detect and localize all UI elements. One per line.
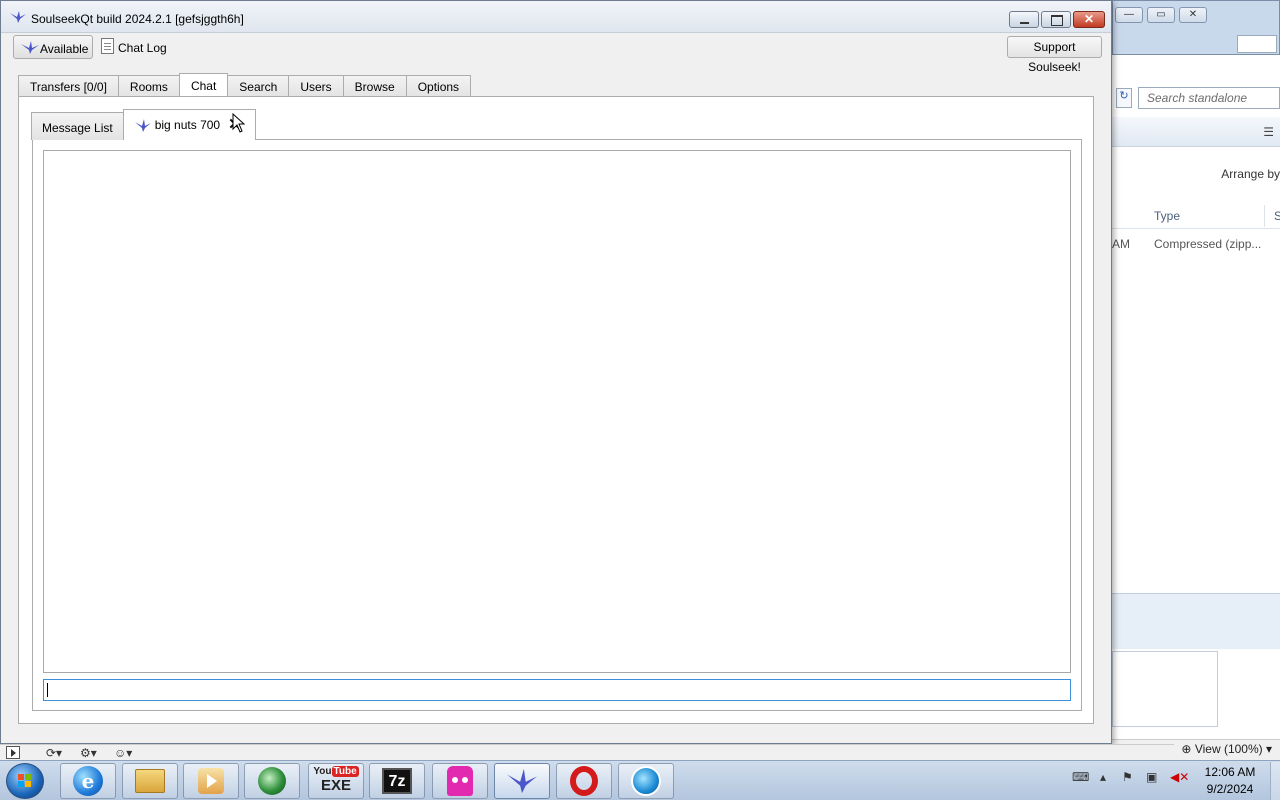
zoom-control[interactable]: ⊕ View (100%) ▾ — [1181, 742, 1272, 756]
close-icon: ✕ — [1083, 12, 1095, 26]
arrange-by-label[interactable]: Arrange by — [1221, 167, 1280, 181]
column-size-header[interactable]: S — [1274, 209, 1280, 223]
private-chat-username: big nuts 700 — [154, 118, 221, 132]
zoom-label: View (100%) — [1194, 742, 1263, 756]
flag-icon[interactable]: ⚑ — [1122, 770, 1133, 784]
keyboard-icon[interactable]: ⌨ — [1072, 770, 1089, 784]
opera-icon — [570, 766, 598, 796]
command-bar — [1112, 117, 1280, 147]
title-bar: SoulseekQt build 2024.2.1 [gefsjggth6h] … — [1, 1, 1111, 33]
clock-date[interactable]: 9/2/2024 — [1198, 782, 1262, 796]
7zip-icon: 7z — [382, 768, 412, 794]
taskbar-youtube-exe[interactable]: You Tube EXE — [308, 763, 364, 799]
yt-tube-text: Tube — [331, 766, 359, 777]
status-button[interactable]: Available — [13, 35, 93, 59]
chat-tab-bar: Message List big nuts 700 ✕ — [31, 109, 256, 140]
taskbar-pink-app[interactable] — [432, 763, 488, 799]
soulseek-bird-icon — [21, 41, 39, 54]
text-caret — [47, 683, 48, 697]
support-soulseek-button[interactable]: Support Soulseek! — [1007, 36, 1102, 74]
tab-options[interactable]: Options — [405, 75, 472, 97]
explorer-window: ↻ Search standalone ☰ Arrange by Type S … — [1112, 55, 1280, 761]
yt-you-text: You — [313, 766, 332, 777]
yt-exe-text: EXE — [320, 777, 351, 794]
show-hidden-icons[interactable]: ▴ — [1100, 770, 1106, 784]
refresh-icon[interactable]: ↻ — [1116, 88, 1132, 108]
share-icon[interactable]: ⚙▾ — [80, 746, 97, 760]
tab-browse[interactable]: Browse — [342, 75, 407, 97]
taskbar-internet-explorer[interactable]: e — [60, 763, 116, 799]
windows-start-icon — [18, 774, 31, 787]
close-button[interactable]: ✕ — [1073, 11, 1105, 28]
column-header-row — [1112, 203, 1280, 229]
start-button[interactable] — [6, 763, 44, 799]
file-row-date[interactable]: AM — [1112, 237, 1130, 251]
search-input[interactable]: Search standalone — [1138, 87, 1280, 109]
taskbar-media-player[interactable] — [183, 763, 239, 799]
tab-transfers[interactable]: Transfers [0/0] — [18, 75, 119, 97]
explorer-details-strip: ⟳▾ ⚙▾ ☺▾ — [0, 744, 1174, 760]
details-pane — [1112, 593, 1280, 649]
minimize-button[interactable] — [1009, 11, 1039, 28]
taskbar-7zip[interactable]: 7z — [369, 763, 425, 799]
taskbar-explorer[interactable] — [122, 763, 178, 799]
column-separator — [1264, 205, 1265, 227]
tab-users[interactable]: Users — [288, 75, 344, 97]
minimize-button[interactable]: — — [1115, 7, 1143, 23]
explorer-lower-panel — [1112, 651, 1218, 727]
background-explorer-titlebar: — ▭ ✕ — [1112, 0, 1280, 55]
file-row-type[interactable]: Compressed (zipp... — [1154, 237, 1261, 251]
status-label: Available — [40, 42, 89, 56]
volume-muted-icon[interactable]: ◀✕ — [1170, 770, 1189, 784]
sync-icon[interactable]: ⟳▾ — [46, 746, 62, 760]
soulseek-bird-icon — [10, 11, 26, 23]
maximize-button[interactable] — [1041, 11, 1071, 28]
chat-message-input[interactable] — [43, 679, 1071, 701]
network-icon[interactable]: ▣ — [1146, 770, 1157, 784]
youtube-exe-icon: You Tube EXE — [313, 766, 359, 796]
internet-explorer-icon: e — [73, 766, 103, 796]
chat-log-icon — [101, 38, 114, 54]
column-type-header[interactable]: Type — [1154, 209, 1180, 223]
view-details-icon[interactable]: ☰ — [1263, 125, 1274, 139]
chat-messages-view[interactable] — [43, 150, 1071, 673]
tab-chat[interactable]: Chat — [178, 73, 229, 96]
globe-icon — [258, 767, 286, 795]
web-icon[interactable]: ☺▾ — [114, 746, 132, 760]
play-icon[interactable] — [6, 746, 20, 759]
taskbar-opera[interactable] — [556, 763, 612, 799]
address-bar[interactable] — [1237, 35, 1277, 53]
maximize-button[interactable]: ▭ — [1147, 7, 1175, 23]
folder-icon — [135, 769, 165, 793]
media-player-icon — [198, 768, 224, 794]
taskbar-globe-app[interactable] — [244, 763, 300, 799]
circle-app-icon — [631, 766, 661, 796]
taskbar-circle-app[interactable] — [618, 763, 674, 799]
zoom-icon: ⊕ — [1181, 742, 1192, 756]
taskbar-soulseek[interactable] — [494, 763, 550, 799]
main-tab-bar: Transfers [0/0] Rooms Chat Search Users … — [18, 73, 472, 97]
show-desktop-button[interactable] — [1270, 762, 1280, 800]
tab-rooms[interactable]: Rooms — [117, 75, 180, 97]
tab-search[interactable]: Search — [227, 75, 290, 97]
soulseek-taskbar-icon — [507, 768, 537, 794]
chat-log-label: Chat Log — [118, 41, 167, 55]
window-title: SoulseekQt build 2024.2.1 [gefsjggth6h] — [31, 12, 244, 26]
close-button[interactable]: ✕ — [1179, 7, 1207, 23]
tab-message-list[interactable]: Message List — [31, 112, 124, 140]
cursor-icon — [232, 113, 246, 133]
clock-time[interactable]: 12:06 AM — [1198, 765, 1262, 779]
soulseek-bird-icon — [134, 118, 151, 132]
pink-app-icon — [447, 766, 473, 796]
